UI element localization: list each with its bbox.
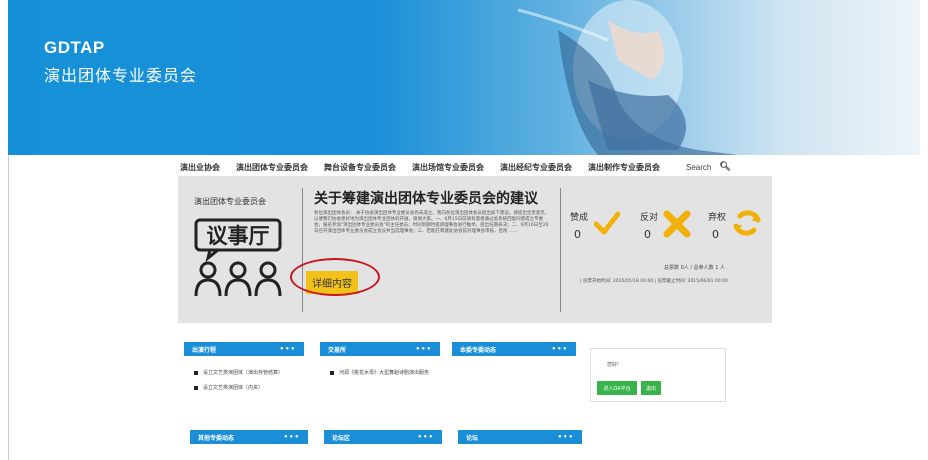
logo-text: 议事厅 <box>207 224 270 248</box>
approve-check-icon[interactable] <box>594 210 620 236</box>
vote-totals: 总票数 0人 / 总参人数 1 人 <box>664 265 725 271</box>
header-banner: GDTAP 演出团体专业委员会 <box>8 0 920 155</box>
greeting-text: 您好! <box>607 362 620 368</box>
widget-title: 出演行程 <box>192 347 217 354</box>
nav-item-association[interactable]: 演出业协会 <box>180 162 220 173</box>
nav-item-agency[interactable]: 演出经纪专业委员会 <box>500 162 572 173</box>
search-icon[interactable]: 🔍︎ <box>719 162 730 172</box>
vote-approve-label: 赞成 <box>570 213 589 223</box>
proposal-body: 各位演出团体会员： 关于协会演出团体专业委员会尚未成立，我向各位演出团体会员提出… <box>314 211 550 234</box>
vote-divider <box>560 188 561 312</box>
vote-approve-count: 0 <box>574 228 581 241</box>
user-login-box: 您好! 进入OA平台 退出 <box>590 348 726 402</box>
bullet-icon <box>330 371 334 375</box>
vote-oppose-label: 反对 <box>640 213 659 223</box>
search-link[interactable]: Search <box>686 163 711 172</box>
forum-hall-logo: 议事厅 <box>194 218 282 297</box>
more-icon[interactable]: ••• <box>558 433 574 441</box>
proposal-headline: 关于筹建演出团体专业委员会的建议 <box>314 191 538 207</box>
more-icon[interactable]: ••• <box>280 345 296 353</box>
page-left-border <box>8 155 9 460</box>
nav-item-venue[interactable]: 演出场馆专业委员会 <box>412 162 484 173</box>
nav-item-troupe[interactable]: 演出团体专业委员会 <box>236 162 308 173</box>
widget-title: 本委专委动态 <box>460 347 497 354</box>
nav-item-stage-equipment[interactable]: 舞台设备专业委员会 <box>324 162 396 173</box>
vote-oppose: 反对 0 <box>640 210 659 241</box>
brand-name: 演出团体专业委员会 <box>44 66 198 85</box>
list-item[interactable]: 设立文艺类演团体（演出存管结算） <box>194 370 304 377</box>
widget-title: 其他专委动态 <box>198 435 235 442</box>
panel-divider <box>302 188 303 312</box>
abstain-refresh-icon[interactable] <box>732 208 762 238</box>
vote-abstain-count: 0 <box>712 228 719 241</box>
vote-abstain-label: 弃权 <box>708 213 727 223</box>
vote-period: | 投票开始时间: 2015/05/18 00:00 | 投票截止时间: 201… <box>580 279 728 284</box>
bullet-icon <box>194 386 198 390</box>
more-icon[interactable]: ••• <box>284 433 300 441</box>
oppose-x-icon[interactable] <box>663 210 691 238</box>
bullet-icon <box>194 371 198 375</box>
logout-button[interactable]: 退出 <box>641 381 661 395</box>
dancer-illustration <box>517 0 738 155</box>
proposal-panel: 演出团体专业委员会 议事厅 关于筹建演出团体专业委员会的建议 各位演出团体会员：… <box>178 176 772 323</box>
more-icon[interactable]: ••• <box>552 345 568 353</box>
widget-forum: 论坛 ••• <box>458 430 582 444</box>
list-item[interactable]: 设立文艺类演团体（内资） <box>194 385 304 392</box>
vote-abstain: 弃权 0 <box>708 210 727 241</box>
widget-title: 论坛区 <box>332 435 351 442</box>
widget-committee-news: 本委专委动态 ••• <box>452 342 576 356</box>
vote-oppose-count: 0 <box>644 228 651 241</box>
panel-side-title: 演出团体专业委员会 <box>194 197 266 206</box>
nav-item-production[interactable]: 演出制作专业委员会 <box>588 162 660 173</box>
vote-approve: 赞成 0 <box>570 210 589 241</box>
more-icon[interactable]: ••• <box>416 345 432 353</box>
widget-exchange: 交易所 ••• 河源《桃花水母》大型舞蹈诗剧演出服务 <box>320 342 440 385</box>
widget-title: 论坛 <box>466 435 479 442</box>
highlight-circle <box>290 258 380 296</box>
list-item[interactable]: 河源《桃花水母》大型舞蹈诗剧演出服务 <box>330 370 440 377</box>
widget-forum-area: 论坛区 ••• <box>324 430 442 444</box>
main-nav: 演出业协会 演出团体专业委员会 舞台设备专业委员会 演出场馆专业委员会 演出经纪… <box>180 159 770 175</box>
widget-title: 交易所 <box>328 347 347 354</box>
more-icon[interactable]: ••• <box>418 433 434 441</box>
widget-performance-schedule: 出演行程 ••• 设立文艺类演团体（演出存管结算） 设立文艺类演团体（内资） <box>184 342 304 400</box>
brand-code: GDTAP <box>44 38 105 57</box>
oa-platform-button[interactable]: 进入OA平台 <box>597 381 637 395</box>
widget-other-committee-news: 其他专委动态 ••• <box>190 430 308 444</box>
